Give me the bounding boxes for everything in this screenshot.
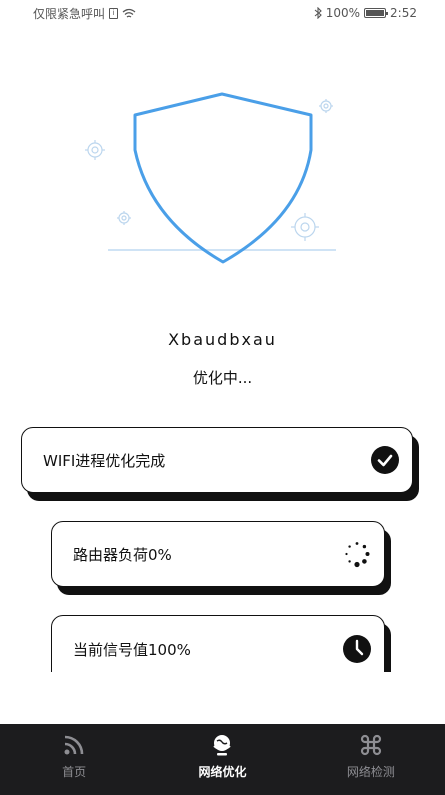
status-right: 100% 2:52 bbox=[314, 6, 417, 20]
globe-icon bbox=[213, 735, 232, 756]
bluetooth-icon bbox=[314, 7, 322, 19]
bottom-tab-bar: 首页 网络优化 网络检测 bbox=[0, 724, 445, 795]
shield-icon bbox=[133, 92, 313, 264]
sim-icon: i bbox=[109, 7, 119, 19]
scroll-clip bbox=[0, 672, 445, 724]
virus-icon bbox=[117, 211, 131, 225]
carrier-text: 仅限紧急呼叫 bbox=[33, 6, 106, 21]
optimizing-status: 优化中... bbox=[192, 369, 253, 387]
battery-icon bbox=[364, 8, 389, 18]
status-bar: 仅限紧急呼叫 i 100% 2:52 bbox=[0, 0, 445, 26]
check-circle-icon bbox=[371, 446, 399, 474]
tab-network-detect[interactable]: 网络检测 bbox=[297, 724, 445, 795]
status-left: 仅限紧急呼叫 i bbox=[33, 5, 136, 22]
virus-icon bbox=[85, 140, 105, 160]
command-icon bbox=[360, 734, 381, 756]
tab-network-detect-label: 网络检测 bbox=[346, 765, 395, 779]
router-load-card: 路由器负荷0% bbox=[51, 521, 385, 587]
battery-percent: 100% bbox=[325, 6, 361, 20]
signal-value-label: 当前信号值100% bbox=[73, 640, 191, 659]
wifi-icon bbox=[122, 8, 136, 18]
virus-icon bbox=[291, 213, 319, 241]
rss-signal-icon bbox=[64, 735, 84, 755]
loading-spinner-icon bbox=[345, 542, 370, 568]
wifi-process-label: WIFI进程优化完成 bbox=[43, 451, 166, 470]
clock-icon bbox=[343, 635, 371, 663]
shield-illustration bbox=[85, 92, 336, 264]
tab-network-optimize-label: 网络优化 bbox=[198, 765, 247, 779]
wifi-process-card: WIFI进程优化完成 bbox=[21, 427, 413, 493]
clock-time: 2:52 bbox=[390, 6, 417, 20]
tab-home[interactable]: 首页 bbox=[0, 724, 148, 795]
tab-network-optimize[interactable]: 网络优化 bbox=[148, 724, 296, 795]
router-load-label: 路由器负荷0% bbox=[73, 545, 172, 564]
tab-home-label: 首页 bbox=[62, 765, 87, 779]
virus-icon bbox=[319, 99, 333, 113]
app-name: Xbaudbxau bbox=[168, 330, 277, 349]
